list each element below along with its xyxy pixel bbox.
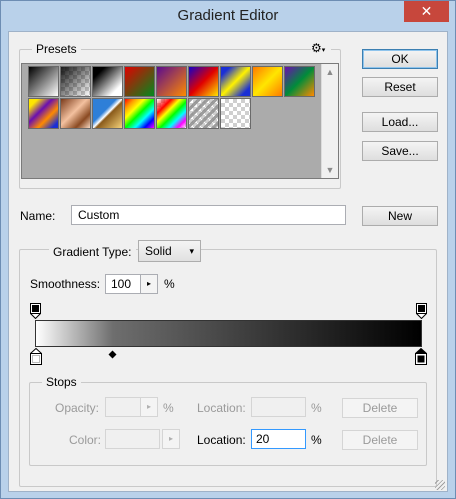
- presets-menu-button[interactable]: ⚙▾: [311, 41, 331, 55]
- presets-label: Presets: [32, 42, 81, 56]
- window-title: Gradient Editor: [177, 7, 279, 24]
- smoothness-label: Smoothness:: [30, 277, 101, 291]
- color-picker-button[interactable]: ▸: [162, 429, 180, 449]
- smoothness-unit: %: [164, 277, 175, 291]
- color-location-input[interactable]: 20: [251, 429, 306, 449]
- name-label: Name:: [20, 209, 56, 223]
- gear-icon: ⚙: [311, 41, 322, 55]
- color-label: Color:: [69, 433, 102, 447]
- opacity-location-input[interactable]: [251, 397, 306, 417]
- load-button[interactable]: Load...: [362, 112, 438, 132]
- midpoint-diamond[interactable]: [108, 348, 117, 362]
- preset-swatch[interactable]: [252, 66, 283, 97]
- color-stop-left[interactable]: [29, 347, 43, 368]
- title-bar[interactable]: Gradient Editor ✕: [1, 1, 455, 31]
- preset-swatch[interactable]: [156, 98, 187, 129]
- reset-button[interactable]: Reset: [362, 77, 438, 97]
- gradient-editor-window: Gradient Editor ✕ Presets ⚙▾ ▲ ▼ OK Rese…: [0, 0, 456, 499]
- preset-swatch[interactable]: [220, 98, 251, 129]
- color-swatch-field[interactable]: [105, 429, 160, 449]
- preset-swatch[interactable]: [28, 98, 59, 129]
- ok-button[interactable]: OK: [362, 49, 438, 69]
- color-delete-button[interactable]: Delete: [342, 430, 418, 450]
- presets-list[interactable]: ▲ ▼: [21, 63, 339, 179]
- stops-group: Stops: [29, 375, 427, 466]
- close-icon: ✕: [420, 3, 433, 19]
- preset-swatch[interactable]: [220, 66, 251, 97]
- gradient-preview-bar[interactable]: [35, 320, 422, 347]
- smoothness-stepper[interactable]: ▸: [140, 274, 158, 294]
- preset-swatch[interactable]: [92, 98, 123, 129]
- preset-swatch[interactable]: [124, 66, 155, 97]
- presets-scrollbar[interactable]: ▲ ▼: [321, 64, 338, 178]
- new-button[interactable]: New: [362, 206, 438, 226]
- preset-swatch[interactable]: [92, 66, 123, 97]
- opacity-unit: %: [163, 401, 174, 415]
- color-location-unit: %: [311, 433, 322, 447]
- preset-swatch[interactable]: [284, 66, 315, 97]
- opacity-input[interactable]: [105, 397, 141, 417]
- stops-label: Stops: [42, 375, 81, 389]
- close-button[interactable]: ✕: [404, 1, 449, 22]
- smoothness-input[interactable]: 100: [105, 274, 141, 294]
- name-input[interactable]: Custom: [71, 205, 346, 225]
- gradient-type-select[interactable]: Solid ▾: [138, 240, 201, 262]
- resize-grip-icon[interactable]: [435, 480, 445, 490]
- chevron-right-icon: ▸: [146, 402, 151, 411]
- color-location-label: Location:: [197, 433, 246, 447]
- gradient-type-value: Solid: [145, 244, 172, 258]
- scroll-down-icon[interactable]: ▼: [322, 162, 338, 178]
- scroll-up-icon[interactable]: ▲: [322, 64, 338, 80]
- preset-swatch[interactable]: [188, 98, 219, 129]
- preset-swatch[interactable]: [156, 66, 187, 97]
- preset-swatch[interactable]: [60, 98, 91, 129]
- preset-swatch[interactable]: [188, 66, 219, 97]
- chevron-down-icon: ▾: [189, 246, 194, 256]
- preset-swatch[interactable]: [28, 66, 59, 97]
- gradient-type-label: Gradient Type:: [49, 244, 136, 260]
- chevron-right-icon: ▸: [168, 434, 173, 443]
- opacity-delete-button[interactable]: Delete: [342, 398, 418, 418]
- save-button[interactable]: Save...: [362, 141, 438, 161]
- opacity-stepper[interactable]: ▸: [140, 397, 158, 417]
- opacity-label: Opacity:: [55, 401, 100, 415]
- preset-swatch[interactable]: [60, 66, 91, 97]
- chevron-right-icon: ▸: [146, 279, 151, 288]
- color-stop-right[interactable]: [414, 347, 428, 368]
- preset-swatch[interactable]: [124, 98, 155, 129]
- opacity-location-unit: %: [311, 401, 322, 415]
- opacity-location-label: Location:: [197, 401, 246, 415]
